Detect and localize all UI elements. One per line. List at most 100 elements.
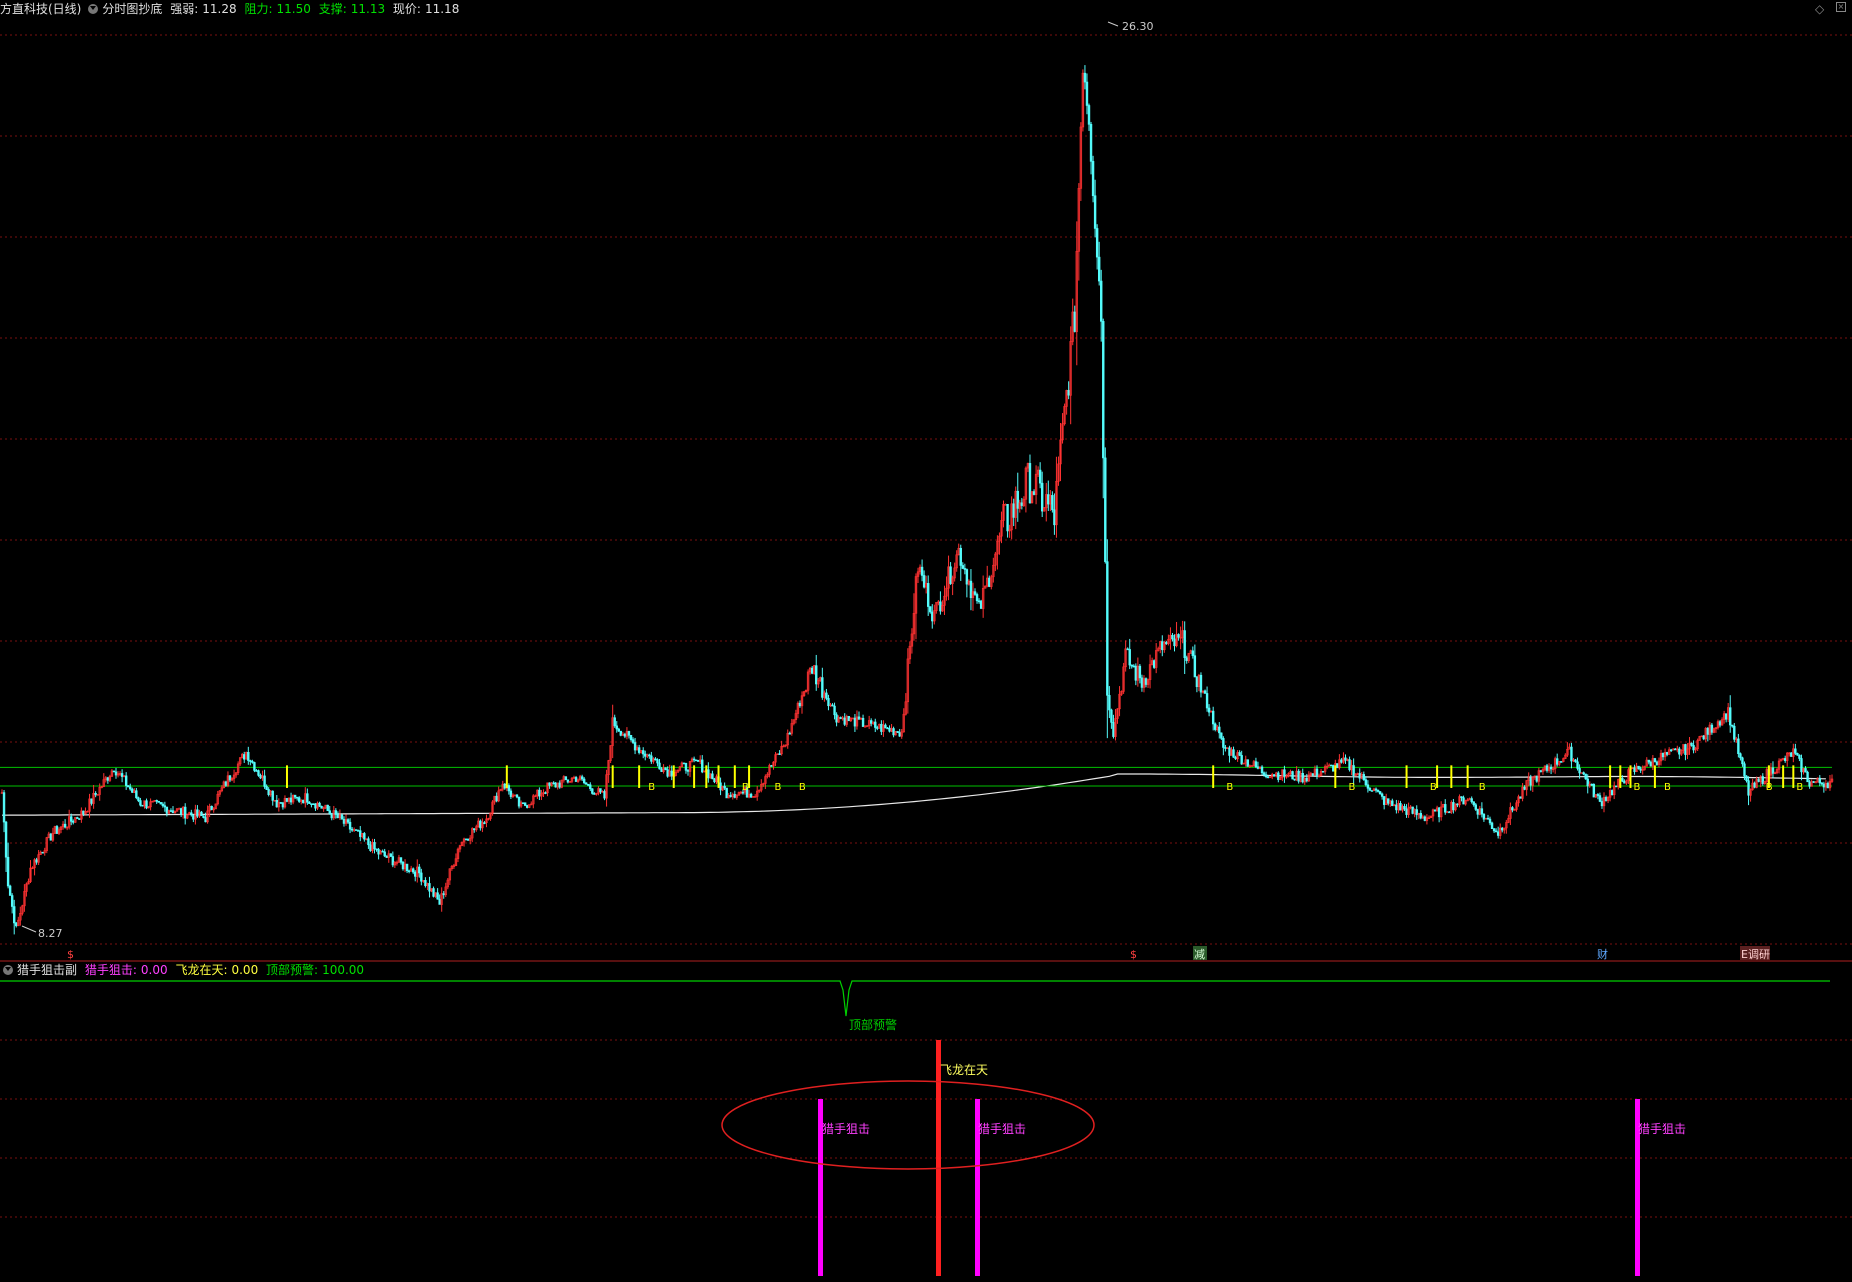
candles [0,65,1834,935]
moving-average [1,773,1826,816]
candle-body [1437,807,1441,818]
candle-body [1368,787,1372,791]
candle-body [857,716,861,720]
candle-body [1529,777,1532,786]
candle-body [1486,817,1490,820]
candle-body [1692,745,1695,751]
candle-body [1604,797,1608,801]
candle-body [1808,781,1811,787]
candle-body [1171,634,1174,640]
candle-body [1293,778,1296,781]
candle-body [1305,778,1309,782]
candle-body [1266,776,1270,779]
signal-label: B [1766,782,1773,793]
candle-body [591,788,594,794]
candle-body [342,818,346,824]
candle-body [525,805,529,808]
candle-body [884,724,887,729]
candle-body [1476,809,1480,815]
dropdown-icon[interactable] [3,965,13,975]
event-marker-finance[interactable]: 财 [1597,947,1608,961]
candle-body [94,792,97,796]
candle-body [1574,759,1577,763]
candle-body [931,611,934,622]
candle-body [129,786,132,790]
candle-body [418,866,421,874]
candle-body [1433,809,1437,812]
candle-body [171,810,175,814]
dropdown-icon[interactable] [88,4,99,14]
candle-body [1702,735,1705,740]
event-marker-dollar-2[interactable]: $ [1130,948,1137,961]
candle-body [295,796,299,799]
candle-body [1731,724,1734,727]
candle-body [1177,634,1180,638]
event-marker-dollar-1[interactable]: $ [67,948,74,961]
close-icon[interactable]: × [1836,2,1846,12]
candle-body [1423,816,1427,821]
candle-body [35,859,38,863]
sub-header: 猎手狙击副 猎手狙击: 0.00 飞龙在天: 0.00 顶部预警: 100.00 [0,961,368,979]
candle-body [682,762,686,765]
candle-body [835,714,838,723]
candle-body [483,822,486,824]
candle-body [1798,754,1801,759]
candle-body [1745,775,1748,781]
candle-body [1238,752,1241,756]
candle-body [1590,783,1593,786]
flying-dragon-label: 飞龙在天 [940,1063,988,1077]
candle-body [279,802,283,804]
candle-body [1193,655,1197,678]
candle-body [1091,161,1095,197]
candle-body [939,601,942,612]
candle-body [375,848,378,851]
candle-body [1220,732,1223,739]
signal-label: B [774,782,781,793]
candle-body [1093,195,1097,229]
candle-body [509,790,513,797]
candle-body [145,800,148,809]
candle-body [157,800,160,803]
candle-body [949,566,952,584]
event-marker-research[interactable]: E调研 [1741,948,1770,961]
candle-body [521,802,525,804]
candle-body [623,733,627,737]
candle-body [617,728,620,732]
candle-body [1474,804,1477,810]
candle-body [650,755,653,762]
candle-body [642,750,645,755]
candle-body [988,577,991,587]
indicator-name[interactable]: 分时图抄底 [102,2,162,16]
candle-body [1262,772,1266,775]
candle-body [585,782,588,785]
candle-body [544,792,547,794]
candle-body [1391,800,1394,807]
candle-body [137,797,140,801]
candle-body [385,855,388,858]
candle-body [155,800,158,802]
candle-body [1549,766,1553,770]
signal-label: B [1348,782,1355,793]
stock-title[interactable]: 方直科技(日线) [0,2,81,16]
resistance-value: 11.50 [276,2,311,16]
candle-body [574,777,578,782]
candle-body [350,828,354,831]
candle-body [725,787,728,799]
candle-body [466,838,470,841]
candle-body [1332,765,1335,772]
candle-body [1737,738,1740,754]
diamond-icon[interactable]: ◇ [1815,2,1824,16]
candle-body [6,856,10,887]
candle-body [1246,759,1249,767]
sub-indicator-name[interactable]: 猎手狙击副 [17,963,77,977]
candle-body [692,758,696,761]
candle-body [414,871,417,877]
event-marker-reduce[interactable]: 减 [1194,948,1205,961]
candle-body [1199,674,1203,693]
candle-body [165,806,169,814]
candle-body [328,810,331,814]
candle-body [1456,803,1459,806]
candle-body [1211,710,1215,725]
candle-body [1653,758,1657,763]
candle-body [696,759,700,762]
